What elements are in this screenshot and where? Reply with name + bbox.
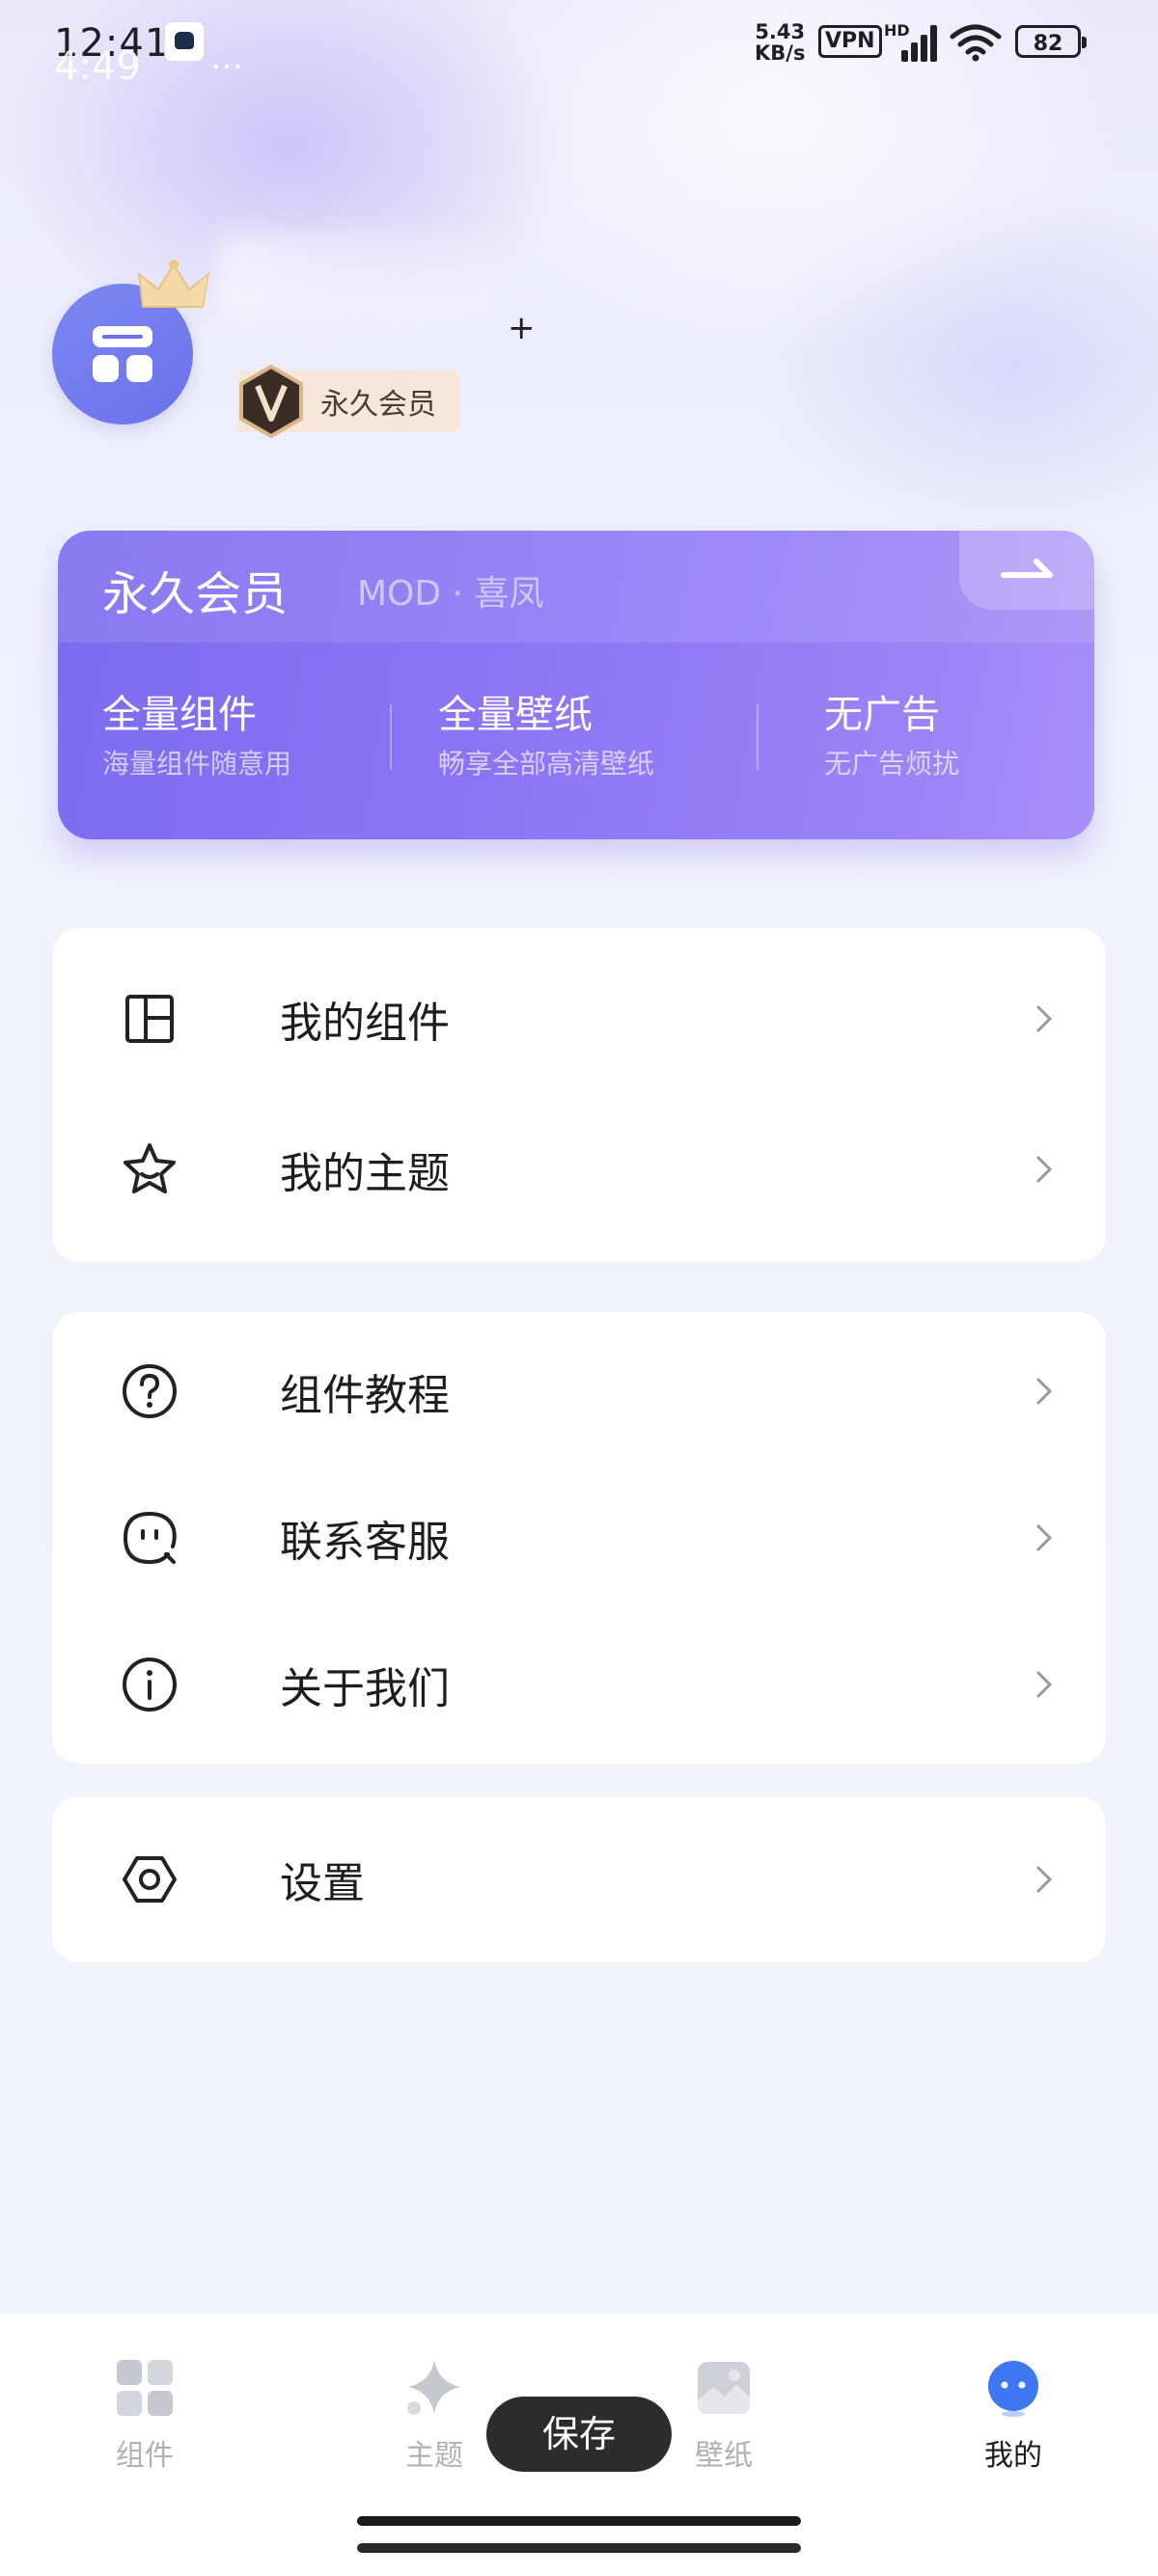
vip-feature-desc: 无广告烦扰 bbox=[824, 748, 960, 780]
menu-item-my-widgets[interactable]: 我的组件 bbox=[52, 944, 1106, 1094]
vip-feature-title: 全量壁纸 bbox=[438, 693, 593, 737]
menu-item-label: 设置 bbox=[280, 1859, 365, 1908]
wifi-icon bbox=[950, 24, 1002, 62]
username-plus-mark: + bbox=[508, 309, 536, 347]
status-bar: 12:41 4:49 … 5.43 KB/s VPN HD 82 bbox=[0, 0, 1158, 96]
vip-feature-divider bbox=[757, 704, 758, 770]
vip-card-title: 永久会员 bbox=[102, 567, 289, 621]
vip-feature-desc: 畅享全部高清壁纸 bbox=[438, 748, 655, 780]
vip-feature-divider bbox=[390, 704, 392, 770]
app-logo-icon bbox=[93, 326, 152, 382]
vip-feature-widgets: 全量组件 海量组件随意用 bbox=[102, 683, 291, 781]
tab-label: 主题 bbox=[405, 2439, 463, 2473]
chat-face-icon bbox=[123, 1511, 177, 1565]
widget-grid-icon bbox=[125, 995, 174, 1043]
chevron-right-icon bbox=[1036, 1866, 1053, 1893]
hexagon-settings-icon bbox=[123, 1856, 177, 1903]
menu-item-label: 我的组件 bbox=[280, 999, 450, 1048]
vpn-badge: VPN bbox=[818, 25, 882, 58]
menu-item-widget-tutorial[interactable]: 组件教程 bbox=[52, 1316, 1106, 1466]
battery-icon: 82 bbox=[1015, 25, 1087, 58]
tab-label: 组件 bbox=[116, 2439, 174, 2473]
profile-face-icon bbox=[988, 2361, 1038, 2417]
vip-card-arrow-button[interactable] bbox=[959, 531, 1094, 610]
vip-feature-no-ads: 无广告 无广告烦扰 bbox=[824, 683, 959, 781]
status-time-ghost: 4:49 bbox=[54, 44, 141, 89]
menu-card-settings: 设置 bbox=[52, 1796, 1106, 1962]
home-indicator-ghost bbox=[357, 2543, 801, 2553]
crown-icon bbox=[137, 260, 210, 308]
network-speed: 5.43 KB/s bbox=[755, 21, 805, 64]
help-circle-icon bbox=[123, 1364, 177, 1418]
tab-themes[interactable]: 主题 bbox=[376, 2358, 492, 2474]
vip-v-badge-icon bbox=[239, 365, 303, 438]
member-tag-label: 永久会员 bbox=[320, 388, 436, 422]
menu-item-label: 关于我们 bbox=[280, 1664, 450, 1713]
chevron-right-icon bbox=[1036, 1378, 1053, 1405]
menu-item-label: 组件教程 bbox=[280, 1371, 450, 1420]
menu-item-label: 联系客服 bbox=[280, 1518, 450, 1567]
menu-item-contact-support[interactable]: 联系客服 bbox=[52, 1463, 1106, 1613]
vip-card-subtitle: MOD · 喜凤 bbox=[357, 574, 544, 614]
chevron-right-icon bbox=[1036, 1524, 1053, 1551]
arrow-right-icon bbox=[1001, 559, 1053, 578]
tab-mine[interactable]: 我的 bbox=[955, 2358, 1071, 2474]
chevron-right-icon bbox=[1036, 1005, 1053, 1032]
network-speed-unit: KB/s bbox=[755, 41, 806, 65]
save-button[interactable]: 保存 bbox=[486, 2397, 672, 2472]
chevron-right-icon bbox=[1036, 1156, 1053, 1183]
tab-widgets[interactable]: 组件 bbox=[87, 2358, 203, 2474]
wallpaper-image-icon bbox=[698, 2362, 750, 2414]
star-icon bbox=[124, 1143, 176, 1193]
tab-label: 壁纸 bbox=[695, 2439, 753, 2473]
tab-label: 我的 bbox=[984, 2439, 1042, 2473]
menu-card-mine: 我的组件 我的主题 bbox=[52, 928, 1106, 1262]
notification-app-icon bbox=[164, 21, 205, 62]
menu-item-about-us[interactable]: 关于我们 bbox=[52, 1609, 1106, 1760]
vip-feature-wallpapers: 全量壁纸 畅享全部高清壁纸 bbox=[438, 683, 654, 781]
vip-feature-title: 无广告 bbox=[824, 693, 940, 737]
cell-signal-icon bbox=[897, 23, 940, 62]
menu-item-settings[interactable]: 设置 bbox=[52, 1804, 1106, 1955]
network-speed-value: 5.43 bbox=[755, 20, 806, 43]
theme-sparkle-icon bbox=[407, 2360, 460, 2415]
vip-feature-title: 全量组件 bbox=[102, 693, 257, 737]
more-notifications-dots: … bbox=[210, 39, 247, 77]
home-indicator[interactable] bbox=[357, 2516, 801, 2526]
username-blurred bbox=[216, 232, 506, 324]
info-circle-icon bbox=[123, 1658, 177, 1712]
vip-feature-desc: 海量组件随意用 bbox=[102, 748, 292, 780]
menu-item-my-themes[interactable]: 我的主题 bbox=[52, 1094, 1106, 1245]
tab-wallpapers[interactable]: 壁纸 bbox=[666, 2358, 782, 2474]
widgets-tab-icon bbox=[117, 2360, 173, 2416]
chevron-right-icon bbox=[1036, 1671, 1053, 1698]
menu-card-help: 组件教程 联系客服 关于我们 bbox=[52, 1312, 1106, 1764]
menu-item-label: 我的主题 bbox=[280, 1149, 450, 1198]
vip-membership-card[interactable]: 永久会员 MOD · 喜凤 全量组件 海量组件随意用 全量壁纸 畅享全部高清壁纸… bbox=[58, 531, 1094, 839]
